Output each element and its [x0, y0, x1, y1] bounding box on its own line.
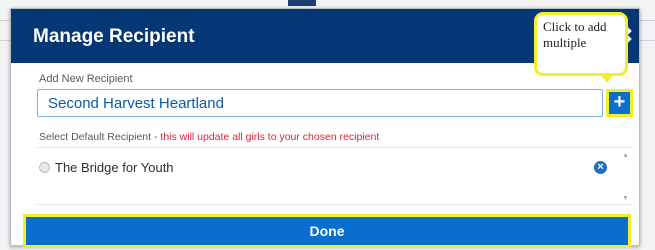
add-recipient-button[interactable]: + [606, 89, 633, 117]
default-recipient-label-text: Select Default Recipient - [39, 131, 161, 143]
tooltip-callout: Click to add multiple [534, 12, 628, 76]
remove-icon[interactable]: × [594, 161, 607, 174]
done-button[interactable]: Done [23, 214, 631, 248]
scroll-down-icon[interactable]: ▼ [622, 195, 629, 202]
modal-title: Manage Recipient [33, 26, 195, 47]
add-recipient-label: Add New Recipient [39, 73, 133, 85]
plus-icon: + [613, 91, 626, 113]
recipient-list: The Bridge for Youth × ▲ ▼ [37, 147, 631, 205]
list-item[interactable]: The Bridge for Youth × [37, 158, 607, 180]
background-element [288, 0, 316, 6]
recipient-name: The Bridge for Youth [55, 160, 174, 175]
tooltip-pointer [600, 74, 614, 83]
scrollbar[interactable]: ▲ ▼ [621, 148, 631, 204]
recipient-input[interactable] [37, 89, 603, 117]
default-recipient-warning: this will update all girls to your chose… [160, 131, 380, 143]
scroll-up-icon[interactable]: ▲ [622, 152, 629, 159]
radio-button[interactable] [39, 162, 50, 173]
default-recipient-label: Select Default Recipient - this will upd… [39, 131, 379, 143]
